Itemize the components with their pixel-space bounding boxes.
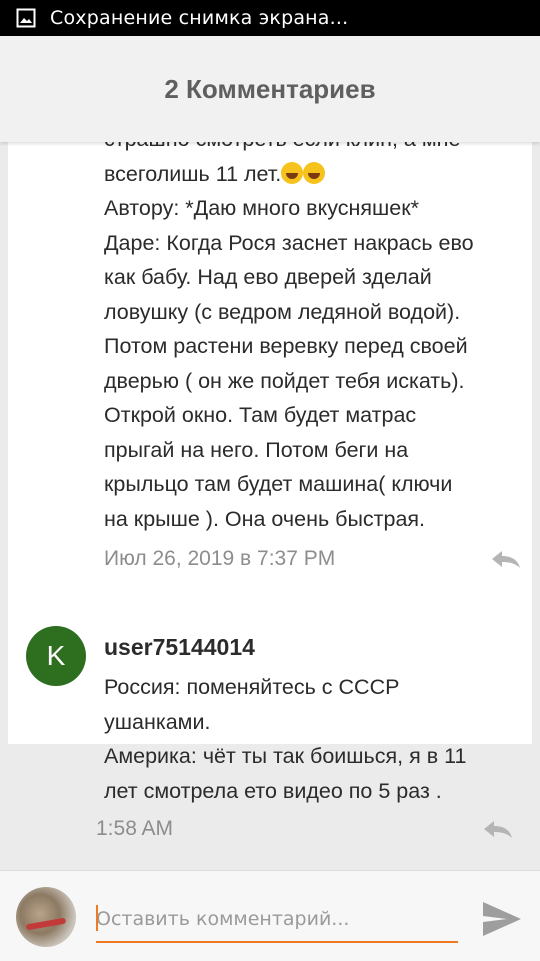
page-title: 2 Комментариев [164,73,376,104]
comment-line: ловушку (с ведром ледяной водой). [104,299,461,324]
comment-line: ушанками. [104,709,211,734]
comment-input[interactable] [96,897,458,943]
comment-line: всеголишь 11 лет. [104,157,524,192]
reply-button[interactable] [480,817,516,841]
comments-header: 2 Комментариев [0,36,540,142]
comment-compose-bar [0,870,540,961]
avatar[interactable]: K [26,626,86,686]
comment-line: прыгай на него. Потом беги на [104,437,409,462]
comment-body: Россия: поменяйтесь с СССР ушанками. Аме… [104,670,524,808]
comment-line: Даре: Когда Рося заснет накрась ево [104,230,474,255]
comment-body: страшно смотреть если клин, а мне всегол… [104,142,524,536]
status-notification-text: Сохранение снимка экрана... [50,7,349,29]
send-icon [483,902,521,936]
screenshot-icon [16,8,36,28]
text-caret [96,905,98,931]
laughing-emoji-icon [303,161,326,184]
comment-line: лет смотрела ето видео по 5 раз . [104,778,442,803]
send-button[interactable] [480,899,524,939]
comment-line: Америка: чёт ты так боишься, я в 11 [104,744,467,768]
comment-line: как бабу. Над ево дверей зделай [104,265,432,289]
comment-timestamp: 1:58 AM [96,817,174,840]
status-bar: Сохранение снимка экрана... [0,0,540,36]
comment-line: страшно смотреть если клин, а мне [104,142,524,157]
comment-username[interactable]: user75144014 [104,634,255,661]
comment-line: Потом растени веревку перед своей [104,334,468,358]
current-user-avatar [16,887,76,947]
comment-timestamp: Июл 26, 2019 в 7:37 PM [104,547,336,570]
comment-meta: 1:58 AM [96,814,516,844]
laughing-emoji-icon [281,161,304,184]
comment-line-text: всеголишь 11 лет. [104,161,282,186]
comment-line: Россия: поменяйтесь с СССР [104,675,400,699]
reply-button[interactable] [488,547,524,571]
comment-line: крыльцо там будет машина( ключи [104,472,453,496]
reply-icon [492,551,520,568]
comment-list[interactable]: страшно смотреть если клин, а мне всегол… [0,142,540,870]
reply-icon [484,821,512,838]
comment-card: K user75144014 Россия: поменяйтесь с ССС… [0,604,540,870]
comment-line: дверью ( он же пойдет тебя искать). [104,368,465,393]
comment-line: Автору: *Даю много вкусняшек* [104,196,419,220]
comment-line: Открой окно. Там будет матрас [104,403,417,427]
comment-meta: Июл 26, 2019 в 7:37 PM [104,544,524,574]
comment-line: на крыше ). Она очень быстрая. [104,506,426,531]
